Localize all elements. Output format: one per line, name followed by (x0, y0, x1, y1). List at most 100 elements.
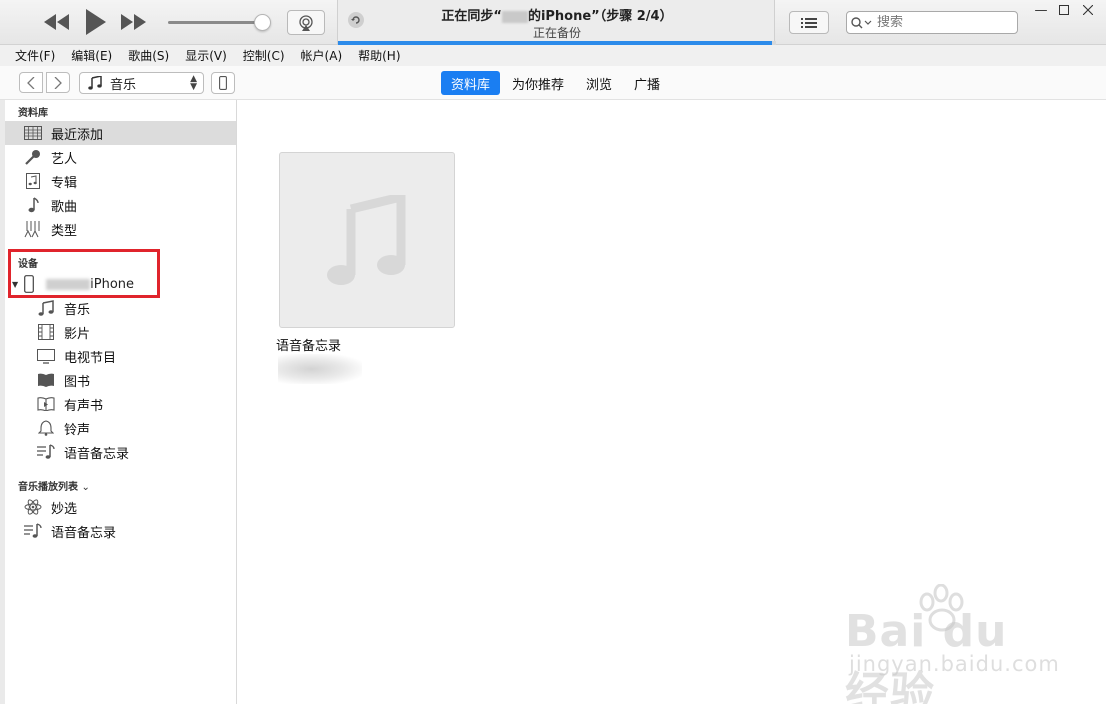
sidebar-item-device-voice-memos[interactable]: 语音备忘录 (5, 440, 236, 464)
sidebar-item-device-books[interactable]: 图书 (5, 368, 236, 392)
baidu-watermark: Bai du 经验 jingyan.baidu.com (845, 584, 1059, 704)
search-box[interactable] (846, 11, 1018, 34)
genre-icon (23, 219, 43, 239)
volume-slider[interactable] (168, 21, 264, 24)
maximize-button[interactable] (1053, 2, 1075, 18)
sidebar-item-label: 音乐 (64, 302, 91, 318)
sidebar-item-label: 铃声 (64, 422, 91, 438)
media-kind-label: 音乐 (110, 77, 137, 93)
forward-button[interactable] (46, 72, 70, 93)
menu-controls[interactable]: 控制(C) (240, 47, 288, 64)
rewind-icon (44, 14, 69, 30)
media-kind-select[interactable]: 音乐 ▲ ▼ (79, 72, 204, 94)
voice-memo-icon (36, 442, 56, 462)
minimize-icon: — (1034, 2, 1048, 18)
microphone-icon (23, 147, 43, 167)
sidebar-item-albums[interactable]: 专辑 (5, 169, 236, 193)
fast-forward-button[interactable] (120, 10, 146, 34)
airplay-button[interactable] (287, 10, 325, 35)
audiobook-icon (36, 394, 56, 414)
sidebar-item-label: 语音备忘录 (64, 446, 130, 462)
music-note-icon (88, 76, 102, 90)
sidebar-item-genres[interactable]: 类型 (5, 217, 236, 241)
player-toolbar: 正在同步“ 的iPhone”（步骤 2/4） 正在备份 — (0, 0, 1106, 45)
sidebar-item-device-audiobooks[interactable]: 有声书 (5, 392, 236, 416)
sidebar-item-label: 最近添加 (51, 127, 104, 143)
sidebar-item-device-ringtones[interactable]: 铃声 (5, 416, 236, 440)
tab-for-you[interactable]: 为你推荐 (502, 71, 574, 95)
grid-icon (23, 123, 43, 143)
sidebar-item-songs[interactable]: 歌曲 (5, 193, 236, 217)
tab-radio[interactable]: 广播 (624, 71, 670, 95)
chevron-down-icon: ⌄ (81, 482, 90, 493)
sidebar-item-device-music[interactable]: 音乐 (5, 296, 236, 320)
sync-status-subtitle: 正在备份 (532, 26, 581, 40)
menu-account[interactable]: 帐户(A) (298, 47, 346, 64)
sidebar-item-device-movies[interactable]: 影片 (5, 320, 236, 344)
menu-song[interactable]: 歌曲(S) (125, 47, 172, 64)
maximize-icon (1059, 5, 1069, 15)
back-button[interactable] (19, 72, 43, 93)
sync-status-prefix: 正在同步“ (441, 9, 502, 24)
chevron-right-icon (54, 76, 62, 89)
close-window-button[interactable] (1077, 2, 1099, 18)
rewind-button[interactable] (44, 10, 70, 34)
up-next-button[interactable] (789, 11, 829, 34)
sidebar-item-artists[interactable]: 艺人 (5, 145, 236, 169)
tv-icon (36, 346, 56, 366)
sidebar-item-device-tv[interactable]: 电视节目 (5, 344, 236, 368)
menu-file[interactable]: 文件(F) (12, 47, 58, 64)
album-title[interactable]: 语音备忘录 (276, 335, 341, 354)
music-note-icon (23, 195, 43, 215)
book-icon (36, 370, 56, 390)
sidebar-item-label: 歌曲 (51, 199, 78, 215)
sidebar-item-label: 类型 (51, 223, 78, 239)
fast-forward-icon (121, 14, 146, 30)
tab-browse[interactable]: 浏览 (576, 71, 622, 95)
device-button[interactable] (211, 72, 235, 94)
sync-status-title: 正在同步“ 的iPhone”（步骤 2/4） (338, 5, 776, 24)
volume-knob[interactable] (254, 14, 271, 31)
play-icon (86, 9, 106, 35)
library-section-header: 资料库 (18, 108, 48, 119)
chevron-left-icon (27, 76, 35, 89)
play-button[interactable] (82, 7, 110, 37)
sidebar-item-playlist-voice-memos[interactable]: 语音备忘录 (5, 519, 236, 543)
sidebar-item-label: 图书 (64, 374, 91, 390)
iphone-icon (219, 76, 227, 90)
view-tabs: 资料库 为你推荐 浏览 广播 (441, 71, 672, 95)
redacted-album-subtitle (278, 354, 362, 384)
menu-view[interactable]: 显示(V) (182, 47, 230, 64)
sidebar-item-recently-added[interactable]: 最近添加 (5, 121, 236, 145)
sidebar: 资料库 最近添加 艺人 专辑 歌曲 类型 设备 ▼ iPhone 音乐 影片 电… (5, 100, 237, 704)
sidebar-item-label: 有声书 (64, 398, 104, 414)
sidebar-item-label: 语音备忘录 (51, 525, 117, 541)
menu-bar: 文件(F) 编辑(E) 歌曲(S) 显示(V) 控制(C) 帐户(A) 帮助(H… (0, 45, 1106, 66)
playlists-header-label: 音乐播放列表 (18, 482, 78, 493)
search-input[interactable] (877, 15, 1007, 30)
sidebar-item-label: 影片 (64, 326, 91, 342)
voice-memo-icon (23, 521, 43, 541)
annotation-highlight-box (8, 249, 160, 298)
menu-help[interactable]: 帮助(H) (355, 47, 403, 64)
sidebar-item-genius[interactable]: 妙选 (5, 495, 236, 519)
music-note-icon (36, 298, 56, 318)
status-display: 正在同步“ 的iPhone”（步骤 2/4） 正在备份 (337, 0, 776, 45)
watermark-url: jingyan.baidu.com (849, 652, 1060, 676)
navigation-bar: 音乐 ▲ ▼ 资料库 为你推荐 浏览 广播 (0, 66, 1106, 100)
playlists-section-header[interactable]: 音乐播放列表 ⌄ (18, 478, 90, 493)
search-icon (851, 16, 872, 28)
tab-library[interactable]: 资料库 (441, 71, 501, 95)
sidebar-item-label: 专辑 (51, 175, 78, 191)
music-note-icon (327, 195, 406, 285)
atom-icon (23, 497, 43, 517)
bell-icon (36, 418, 56, 438)
menu-edit[interactable]: 编辑(E) (68, 47, 115, 64)
airplay-icon (299, 14, 313, 31)
minimize-button[interactable]: — (1030, 2, 1052, 18)
close-icon (1083, 5, 1093, 15)
updown-chevron-icon: ▲ ▼ (190, 74, 197, 92)
itunes-window: 正在同步“ 的iPhone”（步骤 2/4） 正在备份 — (0, 0, 1106, 704)
album-artwork[interactable] (279, 152, 455, 328)
album-icon (23, 171, 43, 191)
